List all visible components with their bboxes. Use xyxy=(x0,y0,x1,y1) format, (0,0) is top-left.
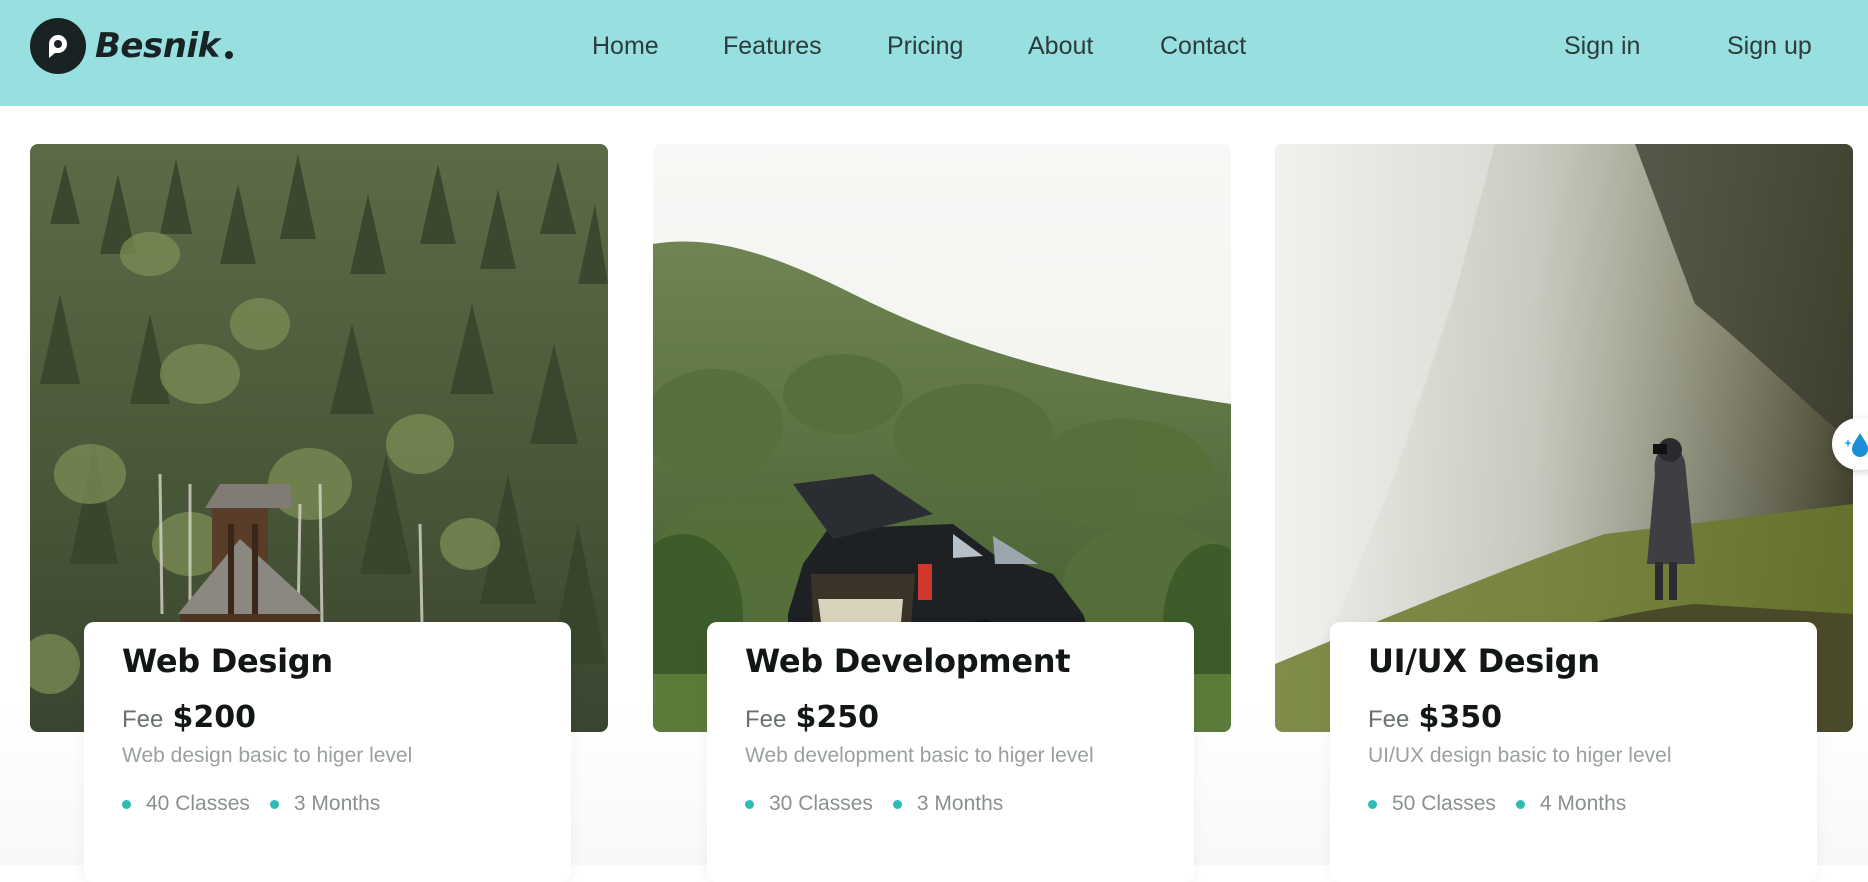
card-fee: Fee $200 xyxy=(122,700,256,735)
card-title: Web Design xyxy=(122,642,333,680)
logo-mark-icon xyxy=(30,18,86,74)
card-meta: 40 Classes 3 Months xyxy=(122,792,400,816)
classes-count: 40 Classes xyxy=(146,792,250,815)
fee-label: Fee xyxy=(122,706,164,733)
card-meta: 30 Classes 3 Months xyxy=(745,792,1023,816)
card-description: Web design basic to higer level xyxy=(122,744,413,767)
card-fee: Fee $250 xyxy=(745,700,879,735)
card-description: UI/UX design basic to higer level xyxy=(1368,744,1672,767)
card-title: UI/UX Design xyxy=(1368,642,1600,680)
fee-label: Fee xyxy=(1368,706,1410,733)
card-title: Web Development xyxy=(745,642,1071,680)
fee-label: Fee xyxy=(745,706,787,733)
nav-pricing[interactable]: Pricing xyxy=(887,28,963,64)
course-duration: 3 Months xyxy=(293,792,381,815)
classes-count: 50 Classes xyxy=(1392,792,1496,815)
nav-features[interactable]: Features xyxy=(723,28,822,64)
meta-duration: 4 Months xyxy=(1515,792,1627,816)
bullet-dot xyxy=(269,799,279,809)
meta-classes: 40 Classes xyxy=(122,792,250,816)
course-card-uiux-design[interactable]: UI/UX Design Fee $350 UI/UX design basic… xyxy=(1330,622,1817,882)
brand-logo[interactable]: Besnik xyxy=(30,18,233,74)
nav-contact[interactable]: Contact xyxy=(1160,28,1246,64)
brand-name: Besnik xyxy=(95,26,220,66)
card-fee: Fee $350 xyxy=(1368,700,1502,735)
course-card-web-design[interactable]: Web Design Fee $200 Web design basic to … xyxy=(84,622,571,882)
meta-duration: 3 Months xyxy=(269,792,381,816)
site-header: Besnik Home Features Pricing About Conta… xyxy=(0,0,1868,106)
brand-dot xyxy=(224,51,233,59)
classes-count: 30 Classes xyxy=(769,792,873,815)
water-drop-sparkle-icon xyxy=(1844,433,1868,457)
course-duration: 3 Months xyxy=(916,792,1004,815)
sign-up-link[interactable]: Sign up xyxy=(1727,28,1812,64)
sign-in-link[interactable]: Sign in xyxy=(1564,28,1640,64)
card-description: Web development basic to higer level xyxy=(745,744,1094,767)
nav-about[interactable]: About xyxy=(1028,28,1093,64)
bullet-dot xyxy=(745,799,754,809)
course-card-web-development[interactable]: Web Development Fee $250 Web development… xyxy=(707,622,1194,882)
bullet-dot xyxy=(892,799,902,809)
meta-classes: 50 Classes xyxy=(1368,792,1496,816)
fee-value: $200 xyxy=(172,700,256,735)
card-meta: 50 Classes 4 Months xyxy=(1368,792,1646,816)
course-duration: 4 Months xyxy=(1539,792,1627,815)
bullet-dot xyxy=(1368,799,1377,809)
fee-value: $350 xyxy=(1418,700,1502,735)
nav-home[interactable]: Home xyxy=(592,28,659,64)
bullet-dot xyxy=(122,799,131,809)
meta-classes: 30 Classes xyxy=(745,792,873,816)
meta-duration: 3 Months xyxy=(892,792,1004,816)
bullet-dot xyxy=(1515,799,1525,809)
fee-value: $250 xyxy=(795,700,879,735)
